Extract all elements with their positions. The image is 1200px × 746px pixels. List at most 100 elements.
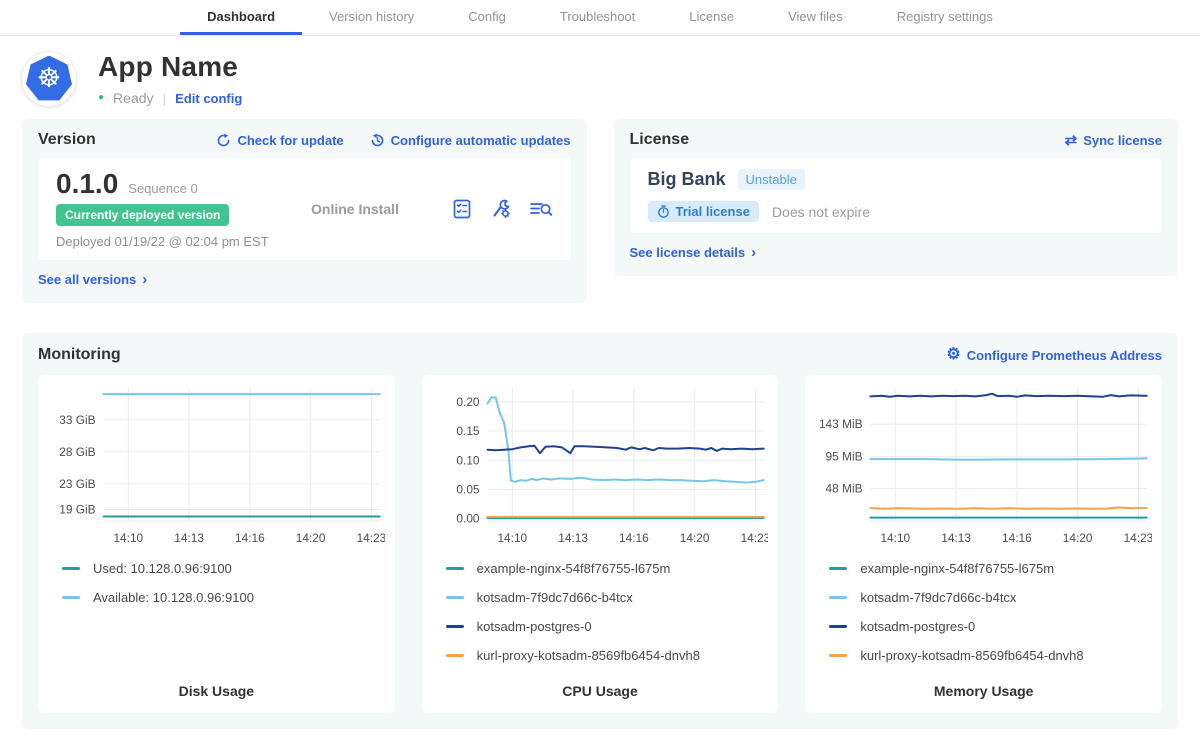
svg-text:14:20: 14:20 <box>679 531 709 545</box>
svg-text:14:20: 14:20 <box>1063 531 1093 545</box>
preflight-checks-icon[interactable] <box>451 198 473 220</box>
license-customer-name: Big Bank <box>648 169 726 190</box>
svg-text:14:10: 14:10 <box>497 531 527 545</box>
svg-text:14:13: 14:13 <box>558 531 588 545</box>
see-license-details-link[interactable]: See license details › <box>630 245 757 260</box>
svg-text:14:10: 14:10 <box>113 531 143 545</box>
app-status: Ready <box>113 90 153 106</box>
svg-text:14:16: 14:16 <box>619 531 649 545</box>
legend-swatch <box>62 596 80 599</box>
legend-swatch <box>446 596 464 599</box>
tab-config[interactable]: Config <box>441 0 533 35</box>
disk-usage-plot: 33 GiB28 GiB23 GiB19 GiB14:1014:1314:161… <box>48 381 385 553</box>
sync-icon: ⇄ <box>1065 133 1078 148</box>
version-sequence: Sequence 0 <box>128 181 197 196</box>
check-for-update-button[interactable]: Check for update <box>216 133 343 148</box>
svg-text:23 GiB: 23 GiB <box>59 477 95 491</box>
legend-swatch <box>446 567 464 570</box>
cpu-usage-legend: example-nginx-54f8f76755-l675m kotsadm-7f… <box>432 561 769 663</box>
legend-item: Used: 10.128.0.96:9100 <box>62 561 385 576</box>
app-logo: ☸ <box>22 52 76 106</box>
chevron-right-icon: › <box>142 272 147 287</box>
svg-text:14:23: 14:23 <box>740 531 768 545</box>
see-all-versions-link[interactable]: See all versions › <box>38 272 147 287</box>
tab-license[interactable]: License <box>662 0 761 35</box>
svg-text:0.00: 0.00 <box>456 512 479 526</box>
svg-text:14:16: 14:16 <box>1002 531 1032 545</box>
legend-item: Available: 10.128.0.96:9100 <box>62 590 385 605</box>
refresh-icon <box>216 133 231 148</box>
legend-item: kotsadm-7f9dc7d66c-b4tcx <box>446 590 769 605</box>
legend-swatch <box>829 567 847 570</box>
legend-swatch <box>446 625 464 628</box>
svg-text:14:23: 14:23 <box>1124 531 1152 545</box>
legend-item: example-nginx-54f8f76755-l675m <box>829 561 1152 576</box>
app-header: ☸ App Name ● Ready | Edit config <box>0 36 1200 119</box>
deployed-timestamp: Deployed 01/19/22 @ 02:04 pm EST <box>56 234 311 249</box>
memory-usage-legend: example-nginx-54f8f76755-l675m kotsadm-7f… <box>815 561 1152 663</box>
configure-automatic-updates-button[interactable]: Configure automatic updates <box>370 133 571 148</box>
legend-label: Available: 10.128.0.96:9100 <box>93 590 254 605</box>
top-nav: DashboardVersion historyConfigTroublesho… <box>0 0 1200 36</box>
deployed-badge: Currently deployed version <box>56 204 229 226</box>
svg-text:0.10: 0.10 <box>456 453 479 467</box>
legend-item: kotsadm-postgres-0 <box>446 619 769 634</box>
stopwatch-icon <box>657 205 670 218</box>
license-expiry: Does not expire <box>772 204 870 220</box>
legend-swatch <box>829 625 847 628</box>
chart-title: CPU Usage <box>432 668 769 699</box>
memory-usage-chart-card: 143 MiB95 MiB48 MiB14:1014:1314:1614:201… <box>805 375 1162 713</box>
legend-swatch <box>829 654 847 657</box>
edit-config-link[interactable]: Edit config <box>175 91 242 106</box>
legend-swatch <box>446 654 464 657</box>
svg-text:14:13: 14:13 <box>942 531 972 545</box>
tab-registry-settings[interactable]: Registry settings <box>870 0 1020 35</box>
auto-update-clock-icon <box>370 133 385 148</box>
svg-text:14:23: 14:23 <box>357 531 385 545</box>
page-title: App Name <box>98 51 242 83</box>
kubernetes-icon: ☸ <box>26 56 72 102</box>
memory-usage-plot: 143 MiB95 MiB48 MiB14:1014:1314:1614:201… <box>815 381 1152 553</box>
monitoring-panel: Monitoring ⚙ Configure Prometheus Addres… <box>22 333 1178 729</box>
tab-version-history[interactable]: Version history <box>302 0 441 35</box>
tab-troubleshoot[interactable]: Troubleshoot <box>533 0 662 35</box>
legend-label: kurl-proxy-kotsadm-8569fb6454-dnvh8 <box>477 648 700 663</box>
version-number: 0.1.0 <box>56 169 118 199</box>
install-type: Online Install <box>311 201 451 217</box>
svg-text:14:20: 14:20 <box>296 531 326 545</box>
legend-item: kotsadm-7f9dc7d66c-b4tcx <box>829 590 1152 605</box>
trial-license-badge: Trial license <box>648 201 759 222</box>
channel-badge: Unstable <box>738 169 805 190</box>
configure-prometheus-button[interactable]: ⚙ Configure Prometheus Address <box>946 347 1162 363</box>
svg-text:14:13: 14:13 <box>174 531 204 545</box>
legend-item: kotsadm-postgres-0 <box>829 619 1152 634</box>
sync-license-button[interactable]: ⇄ Sync license <box>1065 133 1162 148</box>
cpu-usage-chart-card: 0.200.150.100.050.0014:1014:1314:1614:20… <box>422 375 779 713</box>
legend-label: kurl-proxy-kotsadm-8569fb6454-dnvh8 <box>860 648 1083 663</box>
chart-title: Memory Usage <box>815 668 1152 699</box>
version-panel: Version Check for update Configure au <box>22 119 587 303</box>
license-panel-title: License <box>630 131 690 149</box>
svg-text:0.05: 0.05 <box>456 482 479 496</box>
svg-text:19 GiB: 19 GiB <box>59 502 95 516</box>
version-panel-title: Version <box>38 131 96 149</box>
deploy-logs-icon[interactable] <box>529 198 553 220</box>
svg-text:14:16: 14:16 <box>235 531 265 545</box>
chevron-right-icon: › <box>751 245 756 260</box>
tab-view-files[interactable]: View files <box>761 0 870 35</box>
legend-item: example-nginx-54f8f76755-l675m <box>446 561 769 576</box>
legend-swatch <box>829 596 847 599</box>
legend-label: kotsadm-7f9dc7d66c-b4tcx <box>860 590 1016 605</box>
svg-text:0.15: 0.15 <box>456 424 479 438</box>
legend-label: kotsadm-postgres-0 <box>860 619 975 634</box>
chart-title: Disk Usage <box>48 668 385 699</box>
disk-usage-chart-card: 33 GiB28 GiB23 GiB19 GiB14:1014:1314:161… <box>38 375 395 713</box>
svg-text:95 MiB: 95 MiB <box>826 450 863 464</box>
kubernetes-wheel-glyph: ☸ <box>37 65 61 92</box>
legend-label: example-nginx-54f8f76755-l675m <box>477 561 671 576</box>
tab-dashboard[interactable]: Dashboard <box>180 0 302 35</box>
legend-label: Used: 10.128.0.96:9100 <box>93 561 232 576</box>
edit-config-wrench-icon[interactable] <box>490 198 512 220</box>
license-panel: License ⇄ Sync license Big Bank Unstable… <box>614 119 1179 276</box>
svg-text:14:10: 14:10 <box>881 531 911 545</box>
